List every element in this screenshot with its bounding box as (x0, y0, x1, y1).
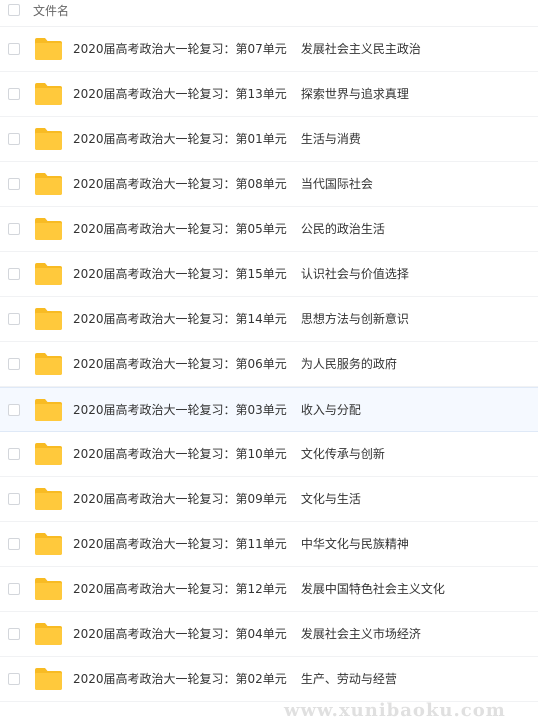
folder-icon (35, 173, 62, 195)
file-list: 2020届高考政治大一轮复习：第07单元 发展社会主义民主政治 2020届高考政治大… (0, 27, 538, 702)
file-name-topic: 发展社会主义民主政治 (300, 42, 421, 56)
row-checkbox[interactable] (8, 178, 20, 190)
row-checkbox[interactable] (8, 583, 20, 595)
file-name[interactable]: 2020届高考政治大一轮复习：第15单元 认识社会与价值选择 (73, 252, 409, 297)
file-name-main: 2020届高考政治大一轮复习：第08单元 (73, 177, 287, 191)
file-name-topic: 收入与分配 (300, 403, 361, 417)
folder-icon (35, 399, 62, 421)
row-checkbox[interactable] (8, 448, 20, 460)
folder-icon (35, 353, 62, 375)
file-row[interactable]: 2020届高考政治大一轮复习：第03单元 收入与分配 (0, 387, 538, 432)
file-name[interactable]: 2020届高考政治大一轮复习：第12单元 发展中国特色社会主义文化 (73, 567, 445, 612)
file-name-main: 2020届高考政治大一轮复习：第10单元 (73, 447, 287, 461)
folder-icon (35, 488, 62, 510)
file-name-main: 2020届高考政治大一轮复习：第12单元 (73, 582, 287, 596)
file-name-topic: 文化传承与创新 (300, 447, 385, 461)
row-checkbox[interactable] (8, 404, 20, 416)
row-checkbox[interactable] (8, 313, 20, 325)
file-row[interactable]: 2020届高考政治大一轮复习：第04单元 发展社会主义市场经济 (0, 612, 538, 657)
row-checkbox[interactable] (8, 628, 20, 640)
file-name-main: 2020届高考政治大一轮复习：第03单元 (73, 403, 287, 417)
file-name-main: 2020届高考政治大一轮复习：第01单元 (73, 132, 287, 146)
folder-icon (35, 263, 62, 285)
file-row[interactable]: 2020届高考政治大一轮复习：第05单元 公民的政治生活 (0, 207, 538, 252)
file-row[interactable]: 2020届高考政治大一轮复习：第14单元 思想方法与创新意识 (0, 297, 538, 342)
file-name-topic: 当代国际社会 (300, 177, 373, 191)
row-checkbox[interactable] (8, 493, 20, 505)
row-checkbox[interactable] (8, 358, 20, 370)
file-name[interactable]: 2020届高考政治大一轮复习：第10单元 文化传承与创新 (73, 432, 385, 477)
file-name[interactable]: 2020届高考政治大一轮复习：第14单元 思想方法与创新意识 (73, 297, 409, 342)
folder-icon (35, 533, 62, 555)
row-checkbox[interactable] (8, 43, 20, 55)
file-name-main: 2020届高考政治大一轮复习：第04单元 (73, 627, 287, 641)
file-name-main: 2020届高考政治大一轮复习：第07单元 (73, 42, 287, 56)
file-name[interactable]: 2020届高考政治大一轮复习：第03单元 收入与分配 (73, 388, 361, 433)
file-row[interactable]: 2020届高考政治大一轮复习：第08单元 当代国际社会 (0, 162, 538, 207)
file-name[interactable]: 2020届高考政治大一轮复习：第13单元 探索世界与追求真理 (73, 72, 409, 117)
file-name-main: 2020届高考政治大一轮复习：第14单元 (73, 312, 287, 326)
folder-icon (35, 83, 62, 105)
file-name-topic: 为人民服务的政府 (300, 357, 397, 371)
column-header-filename[interactable]: 文件名 (33, 4, 69, 18)
file-name-main: 2020届高考政治大一轮复习：第05单元 (73, 222, 287, 236)
file-name-topic: 发展中国特色社会主义文化 (300, 582, 445, 596)
folder-icon (35, 128, 62, 150)
file-name-topic: 文化与生活 (300, 492, 361, 506)
row-checkbox[interactable] (8, 223, 20, 235)
file-row[interactable]: 2020届高考政治大一轮复习：第01单元 生活与消费 (0, 117, 538, 162)
file-row[interactable]: 2020届高考政治大一轮复习：第10单元 文化传承与创新 (0, 432, 538, 477)
row-checkbox[interactable] (8, 268, 20, 280)
file-name[interactable]: 2020届高考政治大一轮复习：第01单元 生活与消费 (73, 117, 361, 162)
file-row[interactable]: 2020届高考政治大一轮复习：第13单元 探索世界与追求真理 (0, 72, 538, 117)
folder-icon (35, 668, 62, 690)
file-name[interactable]: 2020届高考政治大一轮复习：第11单元 中华文化与民族精神 (73, 522, 409, 567)
file-name[interactable]: 2020届高考政治大一轮复习：第05单元 公民的政治生活 (73, 207, 385, 252)
file-row[interactable]: 2020届高考政治大一轮复习：第15单元 认识社会与价值选择 (0, 252, 538, 297)
row-checkbox[interactable] (8, 673, 20, 685)
file-name[interactable]: 2020届高考政治大一轮复习：第09单元 文化与生活 (73, 477, 361, 522)
row-checkbox[interactable] (8, 133, 20, 145)
folder-icon (35, 443, 62, 465)
row-checkbox[interactable] (8, 88, 20, 100)
file-name-main: 2020届高考政治大一轮复习：第15单元 (73, 267, 287, 281)
folder-icon (35, 578, 62, 600)
file-name-main: 2020届高考政治大一轮复习：第09单元 (73, 492, 287, 506)
file-name-main: 2020届高考政治大一轮复习：第13单元 (73, 87, 287, 101)
file-name[interactable]: 2020届高考政治大一轮复习：第06单元 为人民服务的政府 (73, 342, 397, 387)
file-name-topic: 认识社会与价值选择 (300, 267, 409, 281)
file-name-topic: 发展社会主义市场经济 (300, 627, 421, 641)
watermark: www.xunibaoku.com (284, 700, 506, 721)
file-name[interactable]: 2020届高考政治大一轮复习：第07单元 发展社会主义民主政治 (73, 27, 421, 72)
folder-icon (35, 38, 62, 60)
folder-icon (35, 308, 62, 330)
file-name-main: 2020届高考政治大一轮复习：第02单元 (73, 672, 287, 686)
file-name[interactable]: 2020届高考政治大一轮复习：第08单元 当代国际社会 (73, 162, 373, 207)
file-row[interactable]: 2020届高考政治大一轮复习：第07单元 发展社会主义民主政治 (0, 27, 538, 72)
file-name-topic: 中华文化与民族精神 (300, 537, 409, 551)
file-name[interactable]: 2020届高考政治大一轮复习：第04单元 发展社会主义市场经济 (73, 612, 421, 657)
file-name-main: 2020届高考政治大一轮复习：第06单元 (73, 357, 287, 371)
file-name-topic: 生产、劳动与经营 (300, 672, 397, 686)
list-header: 文件名 (0, 0, 538, 27)
file-name-topic: 探索世界与追求真理 (300, 87, 409, 101)
file-row[interactable]: 2020届高考政治大一轮复习：第06单元 为人民服务的政府 (0, 342, 538, 387)
select-all-checkbox[interactable] (8, 4, 20, 16)
folder-icon (35, 218, 62, 240)
file-row[interactable]: 2020届高考政治大一轮复习：第12单元 发展中国特色社会主义文化 (0, 567, 538, 612)
file-name-topic: 生活与消费 (300, 132, 361, 146)
file-row[interactable]: 2020届高考政治大一轮复习：第02单元 生产、劳动与经营 (0, 657, 538, 702)
file-row[interactable]: 2020届高考政治大一轮复习：第11单元 中华文化与民族精神 (0, 522, 538, 567)
folder-icon (35, 623, 62, 645)
file-name[interactable]: 2020届高考政治大一轮复习：第02单元 生产、劳动与经营 (73, 657, 397, 702)
file-row[interactable]: 2020届高考政治大一轮复习：第09单元 文化与生活 (0, 477, 538, 522)
file-name-main: 2020届高考政治大一轮复习：第11单元 (73, 537, 287, 551)
row-checkbox[interactable] (8, 538, 20, 550)
file-name-topic: 公民的政治生活 (300, 222, 385, 236)
file-name-topic: 思想方法与创新意识 (300, 312, 409, 326)
